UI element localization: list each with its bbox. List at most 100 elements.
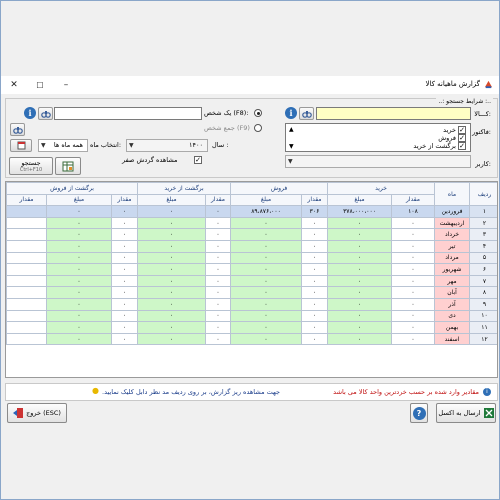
calendar-icon — [17, 141, 25, 150]
value-cell: ۰ — [46, 228, 113, 241]
factor-type-sell[interactable]: ✓فروش — [438, 134, 466, 142]
search-button[interactable]: جستجو Ctrl+F10 — [9, 157, 53, 175]
month-select[interactable]: همه ماه ها ▼ — [38, 139, 88, 152]
scroll-up-icon[interactable]: ▲ — [289, 126, 294, 133]
single-person-radio[interactable] — [254, 109, 262, 117]
person-group-search-button[interactable] — [10, 123, 25, 136]
close-button[interactable]: ✕ — [1, 77, 27, 93]
zero-turnover-checkbox[interactable]: ✓ — [194, 156, 202, 164]
value-cell: ۰ — [205, 309, 232, 323]
filler-cell — [6, 309, 48, 323]
filler-cell — [6, 321, 48, 334]
table-row[interactable]: ۱۱ بهمن ۰ ۰ ۰ ۰ ۰ ۰ ۰ ۰ — [6, 321, 497, 334]
factor-type-buy-return[interactable]: ✓برگشت از خرید — [413, 142, 466, 150]
filler-cell — [6, 251, 48, 265]
minimize-button[interactable]: – — [53, 77, 79, 93]
month-cell: خرداد — [434, 228, 471, 241]
value-cell: ۰ — [391, 251, 436, 265]
scroll-down-icon[interactable]: ▼ — [289, 143, 294, 150]
value-cell: ۰ — [327, 332, 393, 346]
value-cell: ۰ — [46, 286, 113, 299]
sub-header-price[interactable]: مبلغ — [137, 193, 207, 207]
table-row[interactable]: ۱ فروردین ۱۰۸ ۳۷۸،۰۰۰،۰۰۰ ۳۰۶ ۸۹،۸۷۶،۰۰۰ ۰ ۰ ۰ ۰ — [6, 205, 497, 218]
table-row[interactable]: ۱۲ اسفند ۰ ۰ ۰ ۰ ۰ ۰ ۰ ۰ — [6, 332, 497, 346]
table-row[interactable]: ۴ تیر ۰ ۰ ۰ ۰ ۰ ۰ ۰ ۰ — [6, 239, 497, 253]
row-number-cell: ۵ — [469, 251, 497, 265]
person-search-button[interactable] — [38, 107, 53, 120]
factor-type-buy[interactable]: ✓خرید — [443, 126, 466, 134]
value-cell: ۰ — [137, 228, 207, 241]
sub-header-amount[interactable]: مقدار — [391, 193, 436, 207]
table-row[interactable]: ۶ شهریور ۰ ۰ ۰ ۰ ۰ ۰ ۰ ۰ — [6, 263, 497, 276]
table-row[interactable]: ۸ آبان ۰ ۰ ۰ ۰ ۰ ۰ ۰ ۰ — [6, 286, 497, 299]
table-row[interactable]: ۵ مرداد ۰ ۰ ۰ ۰ ۰ ۰ ۰ ۰ — [6, 251, 497, 265]
filler-cell — [6, 216, 48, 230]
export-excel-button[interactable]: ارسال به اکسل — [436, 403, 496, 423]
goods-search-button[interactable] — [299, 107, 314, 120]
col-header-sell[interactable]: فروش — [230, 182, 329, 195]
table-row[interactable]: ۲ اردیبهشت ۰ ۰ ۰ ۰ ۰ ۰ ۰ ۰ — [6, 216, 497, 230]
value-cell: ۰ — [111, 321, 139, 334]
col-header-buy[interactable]: خرید — [327, 182, 436, 195]
value-cell: ۰ — [230, 286, 303, 299]
exit-button[interactable]: خروج (ESC) — [7, 403, 67, 423]
value-cell: ۰ — [111, 216, 139, 230]
row-number-cell: ۴ — [469, 239, 497, 253]
value-cell: ۰ — [327, 216, 393, 230]
goods-input[interactable] — [316, 107, 471, 120]
app-icon — [484, 80, 493, 89]
sub-header-amount[interactable]: مقدار — [205, 193, 232, 207]
person-input[interactable] — [54, 107, 202, 120]
value-cell: ۰ — [301, 239, 329, 253]
month-clear-button[interactable] — [10, 139, 32, 152]
value-cell: ۰ — [46, 274, 113, 288]
sub-header-price[interactable]: مبلغ — [230, 193, 303, 207]
sub-header-amount[interactable]: مقدار — [111, 193, 139, 207]
goods-info-icon[interactable]: i — [285, 107, 297, 119]
sub-header-price[interactable]: مبلغ — [327, 193, 393, 207]
maximize-button[interactable]: ☐ — [27, 77, 53, 93]
monthly-report-grid[interactable]: ردیف ماه خرید فروش برگشت از خرید برگشت ا… — [5, 181, 498, 378]
value-cell: ۱۰۸ — [391, 205, 436, 218]
row-number-cell: ۱۱ — [469, 321, 497, 334]
app-window: گزارش ماهیانه کالا – ☐ ✕ ..: شرایط جستجو… — [0, 0, 500, 500]
sub-header-amount[interactable]: مقدار — [6, 193, 48, 207]
value-cell: ۰ — [230, 332, 303, 346]
value-cell: ۰ — [301, 286, 329, 299]
col-header-row[interactable]: ردیف — [469, 182, 497, 207]
all-persons-label: جمع شخص (F9) — [204, 124, 250, 132]
value-cell: ۰ — [230, 239, 303, 253]
col-header-month[interactable]: ماه — [434, 182, 471, 207]
value-cell: ۰ — [327, 239, 393, 253]
user-select[interactable]: ▼ — [285, 155, 471, 168]
month-cell: اسفند — [434, 332, 471, 346]
all-persons-radio[interactable] — [254, 124, 262, 132]
year-select[interactable]: ۱۴۰۰ ▼ — [126, 139, 208, 152]
table-row[interactable]: ۳ خرداد ۰ ۰ ۰ ۰ ۰ ۰ ۰ ۰ — [6, 228, 497, 241]
col-header-buy-return[interactable]: برگشت از خرید — [137, 182, 232, 195]
report-options-button[interactable] — [55, 157, 81, 175]
value-cell: ۰ — [46, 251, 113, 265]
month-cell: آبان — [434, 286, 471, 299]
table-row[interactable]: ۷ مهر ۰ ۰ ۰ ۰ ۰ ۰ ۰ ۰ — [6, 274, 497, 288]
lightbulb-icon: ● — [92, 386, 99, 395]
value-cell: ۰ — [301, 321, 329, 334]
sub-header-price[interactable]: مبلغ — [46, 193, 113, 207]
value-cell: ۰ — [327, 274, 393, 288]
month-cell: تیر — [434, 239, 471, 253]
factor-type-list[interactable]: ✓خرید ✓فروش ✓برگشت از خرید ▲ ▼ — [285, 123, 471, 152]
col-header-sell-return[interactable]: برگشت از فروش — [6, 182, 139, 195]
user-label: کاربر: — [475, 160, 491, 168]
sub-header-amount[interactable]: مقدار — [301, 193, 329, 207]
value-cell: ۰ — [205, 321, 232, 334]
hint-unit-text: مقادیر وارد شده بر حسب خردترین واحد کالا… — [333, 388, 479, 396]
value-cell: ۰ — [327, 228, 393, 241]
value-cell: ۰ — [230, 274, 303, 288]
help-button[interactable]: ? — [410, 403, 428, 423]
row-number-cell: ۶ — [469, 263, 497, 276]
person-info-icon[interactable]: i — [24, 107, 36, 119]
row-number-cell: ۹ — [469, 297, 497, 311]
value-cell: ۰ — [111, 239, 139, 253]
table-row[interactable]: ۹ آذر ۰ ۰ ۰ ۰ ۰ ۰ ۰ ۰ — [6, 297, 497, 311]
table-row[interactable]: ۱۰ دی ۰ ۰ ۰ ۰ ۰ ۰ ۰ ۰ — [6, 309, 497, 323]
